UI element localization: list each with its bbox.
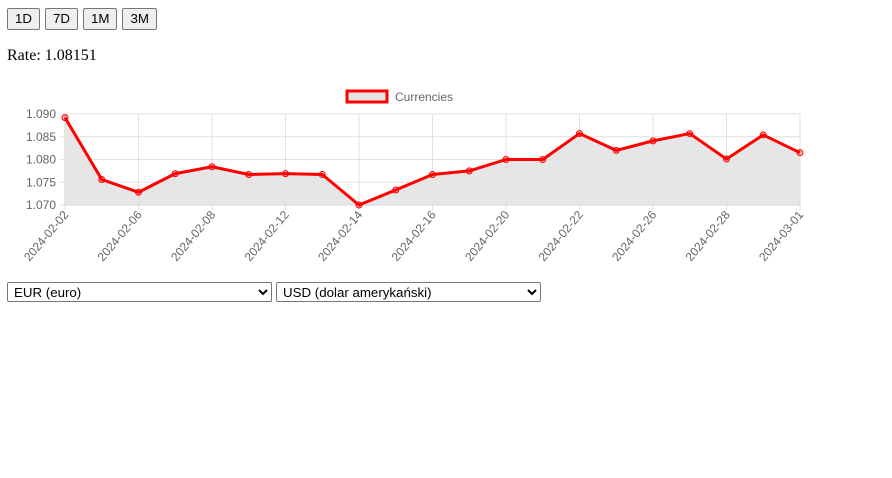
y-tick-label: 1.070 — [26, 198, 56, 212]
to-currency-select[interactable]: USD (dolar amerykański) — [276, 282, 541, 302]
data-point — [318, 171, 326, 179]
data-point — [429, 171, 436, 179]
y-tick-label: 1.075 — [26, 175, 56, 189]
x-tick-label: 2024-02-02 — [21, 208, 71, 264]
range-buttons: 1D 7D 1M 3M — [7, 8, 157, 30]
data-point — [649, 137, 657, 145]
from-currency-select[interactable]: EUR (euro) — [7, 282, 272, 302]
x-tick-label: 2024-02-22 — [536, 208, 586, 264]
data-point — [208, 163, 216, 171]
x-tick-label: 2024-02-16 — [389, 208, 439, 264]
data-point — [355, 201, 363, 209]
data-point — [465, 167, 473, 175]
currency-selectors: EUR (euro) USD (dolar amerykański) — [7, 282, 541, 302]
data-point — [135, 188, 142, 196]
data-point — [539, 156, 547, 163]
y-tick-label: 1.090 — [26, 107, 56, 121]
x-tick-label: 2024-02-06 — [95, 208, 145, 264]
rate-chart: Currencies 1.070 1.075 1.080 1.085 1.090 202… — [0, 84, 892, 274]
x-tick-label: 2024-03-01 — [756, 208, 806, 264]
chart-legend[interactable]: Currencies — [345, 89, 453, 104]
x-tick-label: 2024-02-12 — [242, 208, 292, 264]
y-tick-label: 1.085 — [26, 130, 56, 144]
data-point — [282, 170, 289, 178]
x-tick-label: 2024-02-26 — [609, 208, 659, 264]
range-3m-button[interactable]: 3M — [122, 8, 157, 30]
data-point — [61, 114, 69, 122]
data-point — [612, 146, 620, 154]
chart-x-axis: 2024-02-02 2024-02-06 2024-02-08 2024-02-12… — [21, 208, 806, 264]
data-point — [502, 156, 510, 163]
chart-y-axis: 1.070 1.075 1.080 1.085 1.090 — [26, 107, 56, 212]
y-tick-label: 1.080 — [26, 153, 56, 167]
rate-display: Rate: 1.08151 — [7, 47, 97, 65]
x-tick-label: 2024-02-08 — [168, 208, 218, 264]
data-point — [686, 130, 694, 138]
range-1m-button[interactable]: 1M — [83, 8, 118, 30]
data-point — [98, 176, 106, 184]
rate-chart-svg: Currencies 1.070 1.075 1.080 1.085 1.090 202… — [21, 89, 807, 264]
legend-label: Currencies — [395, 90, 453, 104]
data-point — [759, 131, 767, 139]
range-1d-button[interactable]: 1D — [7, 8, 40, 30]
data-point — [245, 171, 253, 179]
x-tick-label: 2024-02-28 — [683, 208, 733, 264]
legend-swatch — [345, 89, 389, 104]
rate-value: 1.08151 — [44, 47, 97, 64]
rate-label: Rate: — [7, 47, 41, 64]
data-point — [796, 149, 804, 157]
data-point — [392, 186, 400, 194]
range-7d-button[interactable]: 7D — [45, 8, 78, 30]
x-tick-label: 2024-02-14 — [315, 208, 365, 264]
x-tick-label: 2024-02-20 — [462, 208, 512, 264]
data-point — [723, 155, 730, 163]
data-point — [576, 130, 583, 138]
data-point — [171, 170, 179, 178]
